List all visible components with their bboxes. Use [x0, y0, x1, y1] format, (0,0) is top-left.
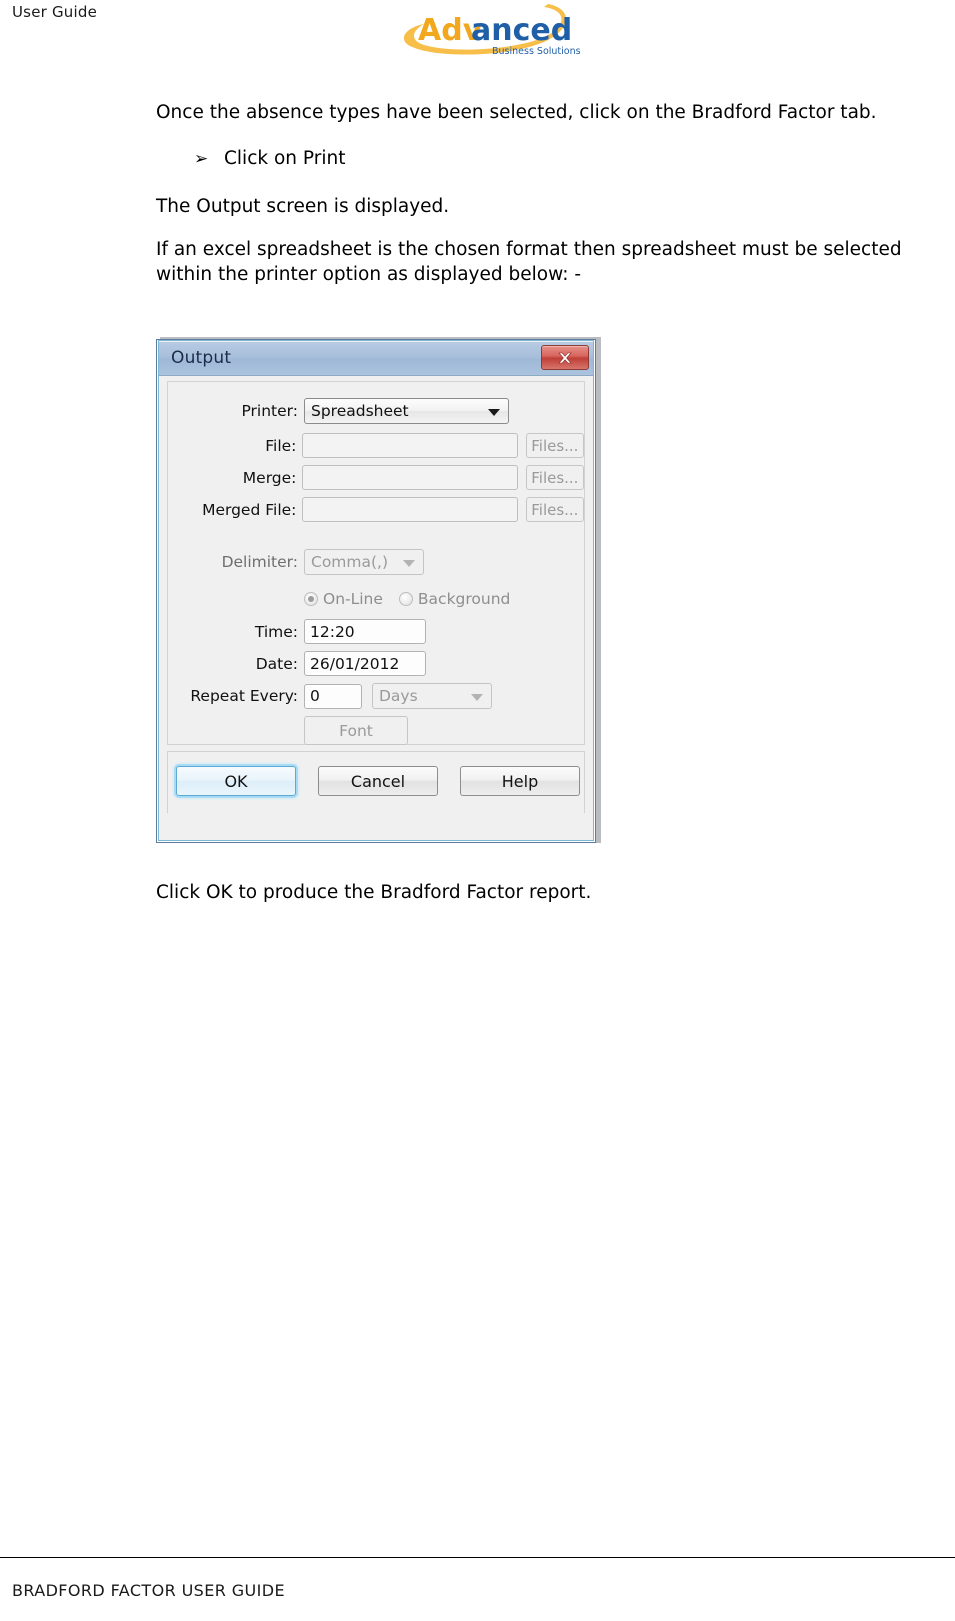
merged-file-browse-button[interactable]: Files... — [525, 497, 584, 522]
field-row-printer: Printer: Spreadsheet — [168, 398, 584, 424]
cancel-button-label: Cancel — [350, 771, 406, 791]
repeat-every-input[interactable]: 0 — [304, 683, 362, 709]
output-mode-radio-group: On-Line Background — [304, 590, 510, 608]
merged-file-input[interactable] — [302, 497, 518, 522]
ok-button[interactable]: OK — [176, 766, 296, 796]
chevron-down-icon — [403, 560, 415, 567]
printer-selected-value: Spreadsheet — [311, 402, 409, 420]
output-dialog: Output Printer: Spreadsheet File: Files.… — [156, 339, 596, 843]
page-footer: BRADFORD FACTOR USER GUIDE — [0, 1551, 955, 1621]
dialog-titlebar: Output — [159, 342, 593, 376]
dialog-body-group: Printer: Spreadsheet File: Files... Merg… — [167, 381, 585, 745]
header-document-type-label: User Guide — [12, 3, 98, 21]
arrow-bullet-icon: ➢ — [194, 149, 209, 169]
paragraph-click-ok: Click OK to produce the Bradford Factor … — [156, 882, 592, 903]
date-input[interactable]: 26/01/2012 — [304, 651, 426, 676]
paragraph-excel-note: If an excel spreadsheet is the chosen fo… — [156, 239, 902, 285]
printer-select[interactable]: Spreadsheet — [304, 398, 509, 424]
bullet-click-on-print: ➢ Click on Print — [156, 146, 904, 172]
chevron-down-icon — [471, 694, 483, 701]
radio-background[interactable]: Background — [398, 590, 511, 608]
time-input[interactable]: 12:20 — [304, 619, 426, 644]
logo-tagline: Business Solutions — [492, 46, 581, 57]
paragraph-intro: Once the absence types have been selecte… — [156, 102, 877, 123]
field-row-time: Time: 12:20 — [168, 619, 584, 644]
file-label: File: — [265, 436, 297, 455]
repeat-every-value: 0 — [310, 687, 320, 705]
merged-file-label: Merged File: — [202, 500, 297, 519]
radio-selected-icon — [304, 592, 318, 606]
footer-divider — [0, 1557, 955, 1558]
delimiter-selected-value: Comma(,) — [311, 553, 389, 571]
dialog-footer: OK Cancel Help — [167, 751, 585, 813]
field-row-file: File: Files... — [168, 433, 584, 458]
field-row-delimiter: Delimiter: Comma(,) — [168, 549, 584, 575]
paragraph-output-screen: The Output screen is displayed. — [156, 196, 450, 217]
merge-browse-label: Files... — [531, 468, 579, 487]
merged-file-browse-label: Files... — [531, 500, 579, 519]
merge-input[interactable] — [302, 465, 518, 490]
merge-browse-button[interactable]: Files... — [525, 465, 584, 490]
font-button-label: Font — [339, 721, 373, 740]
document-content-after-dialog: Click OK to produce the Bradford Factor … — [156, 880, 904, 926]
radio-unselected-icon — [398, 592, 413, 606]
bullet-label: Click on Print — [224, 148, 346, 169]
chevron-down-icon — [488, 409, 500, 416]
repeat-every-label: Repeat Every: — [190, 687, 298, 705]
advanced-business-solutions-logo: Adv anced Business Solutions — [398, 2, 588, 60]
dialog-button-row: OK Cancel Help — [168, 766, 584, 796]
field-row-repeat-every: Repeat Every: 0 Days — [168, 683, 584, 709]
time-label: Time: — [254, 622, 298, 641]
close-icon — [558, 352, 572, 363]
output-dialog-screenshot: Output Printer: Spreadsheet File: Files.… — [156, 334, 602, 846]
logo-word-anced: anced — [471, 13, 572, 48]
help-button-label: Help — [501, 771, 539, 791]
field-row-date: Date: 26/01/2012 — [168, 651, 584, 676]
file-browse-label: Files... — [531, 436, 579, 455]
ok-button-label: OK — [224, 771, 248, 791]
radio-on-line[interactable]: On-Line — [304, 590, 383, 608]
page-header: User Guide Adv anced Business Solutions — [0, 0, 955, 62]
field-row-merged-file: Merged File: Files... — [168, 497, 584, 522]
radio-on-line-label: On-Line — [323, 590, 383, 608]
help-button[interactable]: Help — [460, 766, 580, 796]
delimiter-select[interactable]: Comma(,) — [304, 549, 424, 575]
repeat-unit-value: Days — [379, 687, 418, 705]
date-value: 26/01/2012 — [310, 654, 400, 673]
document-content: Once the absence types have been selecte… — [156, 100, 904, 308]
printer-label: Printer: — [241, 402, 298, 420]
field-row-merge: Merge: Files... — [168, 465, 584, 490]
cancel-button[interactable]: Cancel — [318, 766, 438, 796]
time-value: 12:20 — [310, 622, 355, 641]
footer-title: BRADFORD FACTOR USER GUIDE — [12, 1581, 286, 1600]
dialog-title: Output — [171, 348, 232, 368]
file-input[interactable] — [302, 433, 518, 458]
delimiter-label: Delimiter: — [221, 553, 298, 571]
close-button[interactable] — [541, 345, 589, 370]
font-button[interactable]: Font — [304, 716, 408, 745]
repeat-unit-select[interactable]: Days — [372, 683, 492, 709]
date-label: Date: — [255, 654, 298, 673]
file-browse-button[interactable]: Files... — [525, 433, 584, 458]
merge-label: Merge: — [242, 468, 297, 487]
radio-background-label: Background — [417, 590, 511, 608]
